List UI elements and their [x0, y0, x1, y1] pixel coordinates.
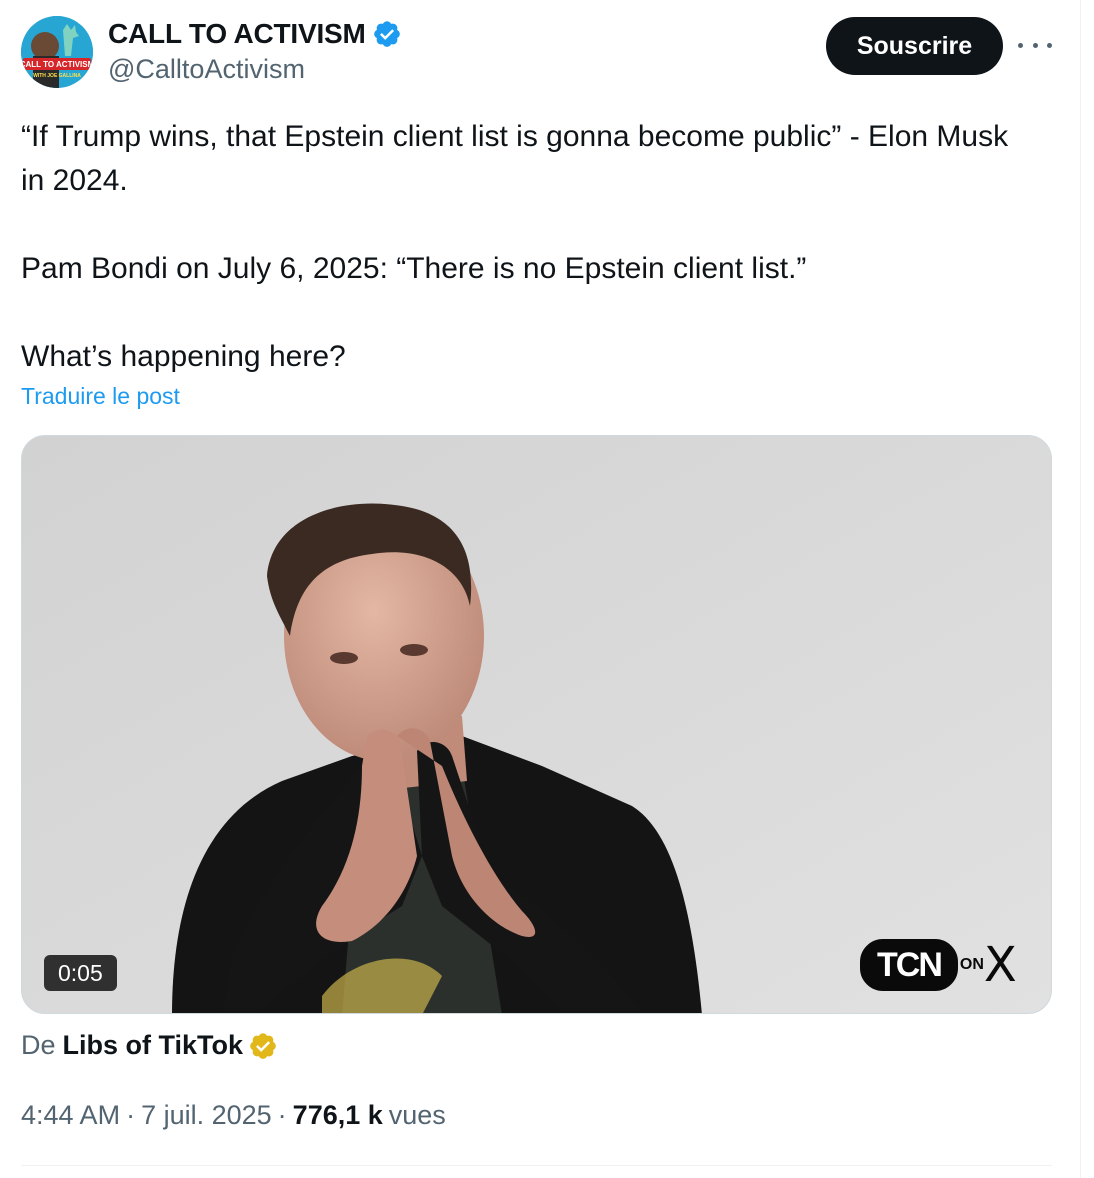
avatar-text: CALL TO ACTIVISM — [21, 60, 93, 69]
post-paragraph: Pam Bondi on July 6, 2025: “There is no … — [21, 252, 807, 285]
post-date[interactable]: 7 juil. 2025 — [141, 1100, 272, 1131]
post-text: “If Trump wins, that Epstein client list… — [21, 115, 1031, 379]
dot — [1047, 42, 1052, 48]
source-account-link[interactable]: Libs of TikTok — [63, 1030, 244, 1061]
meta-separator: · — [126, 1100, 136, 1130]
source-prefix: De — [21, 1030, 56, 1060]
watermark-main: TCN — [860, 939, 958, 991]
views-label: vues — [388, 1100, 446, 1130]
dot — [1032, 42, 1038, 48]
post-paragraph: What’s happening here? — [21, 340, 346, 373]
video-source: De Libs of TikTok — [21, 1030, 278, 1061]
display-name-row: CALL TO ACTIVISM — [108, 18, 402, 50]
dot — [1018, 42, 1023, 48]
avatar[interactable]: CALL TO ACTIVISM WITH JOE GALLINA — [21, 16, 93, 88]
views-count[interactable]: 776,1 k — [293, 1100, 383, 1131]
avatar-image: CALL TO ACTIVISM WITH JOE GALLINA — [21, 16, 93, 88]
post-meta: 4:44 AM · 7 juil. 2025 · 776,1 k vues — [21, 1100, 446, 1131]
video-duration-badge: 0:05 — [44, 955, 117, 991]
divider — [21, 1165, 1052, 1166]
post-paragraph: “If Trump wins, that Epstein client list… — [21, 120, 1009, 197]
video-thumbnail — [22, 436, 1051, 1013]
tcn-watermark: TCN ON X — [860, 939, 1017, 991]
avatar-subtext: WITH JOE GALLINA — [33, 73, 81, 79]
meta-separator: · — [277, 1100, 287, 1130]
translate-post-link[interactable]: Traduire le post — [21, 383, 180, 410]
timeline-border — [1080, 0, 1081, 1178]
author-handle[interactable]: @CalltoActivism — [108, 54, 402, 85]
more-horizontal-icon[interactable] — [1018, 32, 1052, 58]
subscribe-button[interactable]: Souscrire — [826, 17, 1003, 75]
verified-badge-icon[interactable] — [372, 19, 402, 49]
post-time[interactable]: 4:44 AM — [21, 1100, 120, 1131]
gold-verified-badge-icon — [250, 1032, 276, 1059]
display-name[interactable]: CALL TO ACTIVISM — [108, 18, 366, 50]
watermark-x: X — [983, 937, 1017, 993]
video-player[interactable]: 0:05 TCN ON X — [21, 435, 1052, 1014]
watermark-on: ON — [959, 956, 984, 973]
author-names: CALL TO ACTIVISM @CalltoActivism — [108, 18, 402, 85]
